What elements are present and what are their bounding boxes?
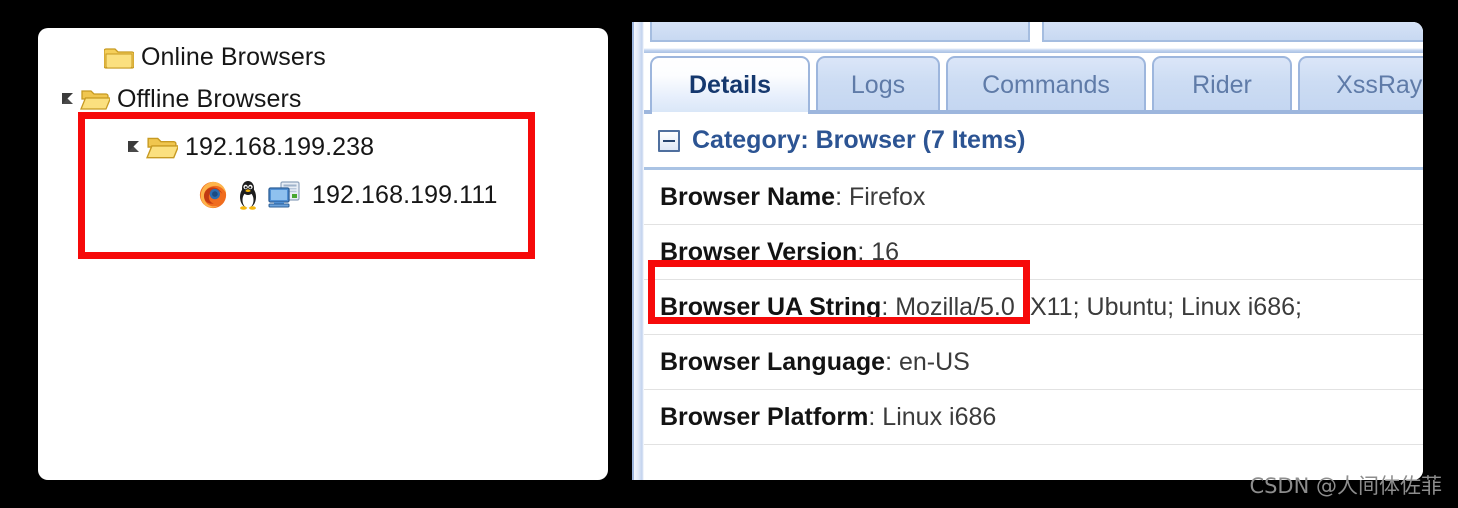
tab-logs[interactable]: Logs xyxy=(816,56,940,112)
upper-tab-1[interactable] xyxy=(650,22,1030,42)
detail-value: : 16 xyxy=(857,237,900,266)
linux-tux-icon xyxy=(235,180,261,210)
detail-key: Browser UA String xyxy=(660,292,882,321)
tree-item-label: Online Browsers xyxy=(141,42,326,71)
tree-item-offline-browsers[interactable]: Offline Browsers xyxy=(38,78,608,120)
csdn-watermark: CSDN @人间体佐菲 xyxy=(1249,474,1442,498)
firefox-icon xyxy=(198,180,228,210)
upper-tab-2[interactable] xyxy=(1042,22,1423,42)
tab-rider[interactable]: Rider xyxy=(1152,56,1292,112)
expand-twisty-icon[interactable] xyxy=(60,90,78,108)
detail-value-text: en-US xyxy=(898,347,970,376)
tab-label: Details xyxy=(689,70,771,99)
expand-twisty-icon[interactable] xyxy=(126,138,144,156)
browser-details-panel: Details Logs Commands Rider XssRays Cate… xyxy=(632,22,1423,480)
tabstrip-divider xyxy=(644,48,1423,53)
tab-details[interactable]: Details xyxy=(650,56,810,112)
detail-key: Browser Platform xyxy=(660,402,869,431)
detail-key: Browser Name xyxy=(660,182,836,211)
panel-splitter[interactable] xyxy=(632,22,644,480)
tab-label: Rider xyxy=(1192,70,1252,99)
browser-tree-panel: Online Browsers Offline Browsers 192.168… xyxy=(38,28,608,480)
tree-item-host-111[interactable]: 192.168.199.111 xyxy=(38,174,608,216)
tree-item-label: Offline Browsers xyxy=(117,84,302,113)
detail-row-browser-ua-string[interactable]: Browser UA String : Mozilla/5.0 (X11; Ub… xyxy=(644,280,1423,335)
computer-icon xyxy=(268,181,300,209)
folder-closed-icon xyxy=(104,44,134,70)
tree-item-online-browsers[interactable]: Online Browsers xyxy=(38,36,608,78)
detail-value-text: Firefox xyxy=(848,182,926,211)
collapse-minus-icon[interactable] xyxy=(658,129,680,152)
tab-label: Logs xyxy=(850,70,906,99)
detail-row-browser-language[interactable]: Browser Language : en-US xyxy=(644,335,1423,390)
tree-item-host-238[interactable]: 192.168.199.238 xyxy=(38,126,608,168)
details-content: Category: Browser (7 Items) Browser Name… xyxy=(644,114,1423,480)
detail-value: : en-US xyxy=(885,347,970,376)
folder-open-icon xyxy=(80,86,110,112)
browser-tree: Online Browsers Offline Browsers 192.168… xyxy=(38,28,608,480)
tab-label: XssRays xyxy=(1336,70,1423,99)
category-header-row[interactable]: Category: Browser (7 Items) xyxy=(644,114,1423,170)
tab-label: Commands xyxy=(982,70,1110,99)
detail-value-text: Linux i686 xyxy=(882,402,997,431)
detail-row-browser-platform[interactable]: Browser Platform : Linux i686 xyxy=(644,390,1423,445)
tree-item-label: 192.168.199.238 xyxy=(185,132,375,161)
screenshot-root: Online Browsers Offline Browsers 192.168… xyxy=(0,0,1458,508)
detail-value: : Firefox xyxy=(835,182,926,211)
category-title: Category: Browser (7 Items) xyxy=(692,126,1026,154)
details-tab-row: Details Logs Commands Rider XssRays xyxy=(644,54,1423,112)
detail-row-browser-version[interactable]: Browser Version : 16 xyxy=(644,225,1423,280)
detail-row-browser-name[interactable]: Browser Name : Firefox xyxy=(644,170,1423,225)
folder-open-icon xyxy=(146,133,178,161)
detail-value-text: 16 xyxy=(871,237,900,266)
tree-item-label: 192.168.199.111 xyxy=(312,180,498,209)
tab-commands[interactable]: Commands xyxy=(946,56,1146,112)
detail-key: Browser Version xyxy=(660,237,858,266)
detail-value: : Linux i686 xyxy=(868,402,997,431)
detail-key: Browser Language xyxy=(660,347,886,376)
tab-xssrays[interactable]: XssRays xyxy=(1298,56,1423,112)
detail-value: : Mozilla/5.0 (X11; Ubuntu; Linux i686; xyxy=(881,292,1302,321)
detail-value-text: Mozilla/5.0 (X11; Ubuntu; Linux i686; xyxy=(895,292,1302,321)
